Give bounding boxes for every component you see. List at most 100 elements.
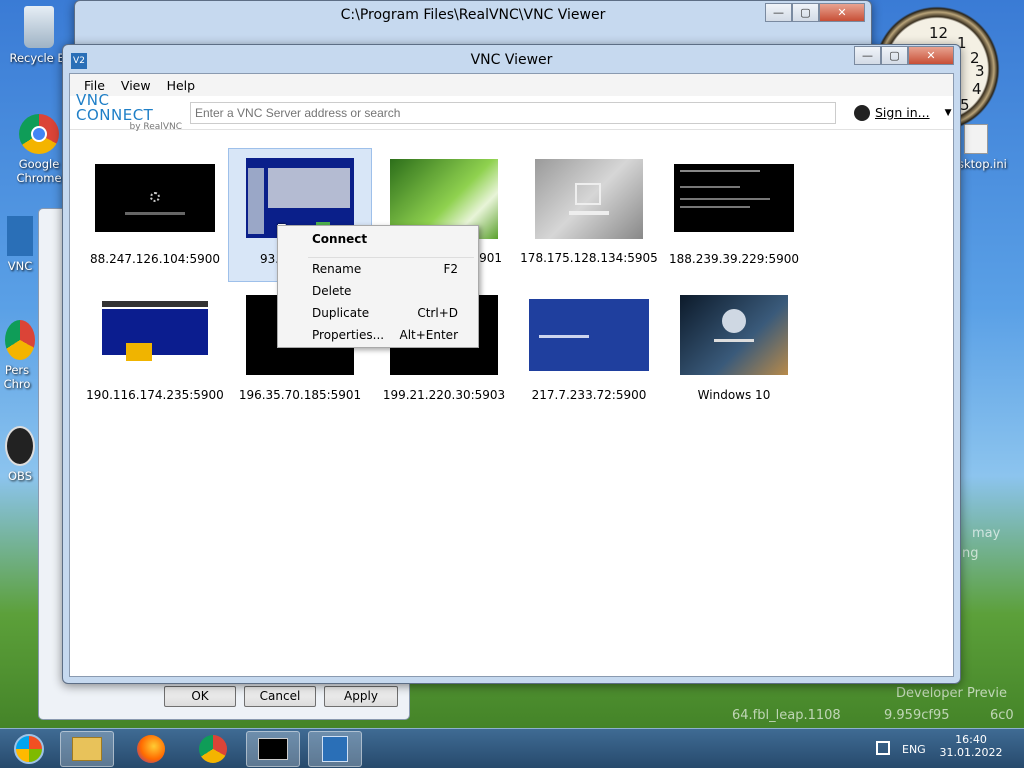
vnc-icon bbox=[7, 216, 33, 256]
connection-tile[interactable]: 217.7.233.72:5900 bbox=[517, 284, 661, 418]
firefox-icon bbox=[137, 735, 165, 763]
desktop-icon-label: sktop.ini bbox=[958, 157, 1007, 171]
obs-icon bbox=[5, 426, 35, 466]
taskbar-cmd[interactable] bbox=[246, 731, 300, 767]
tray-time: 16:40 bbox=[955, 733, 987, 746]
tray-clock[interactable]: 16:40 31.01.2022 bbox=[938, 733, 1004, 759]
context-menu: Connect Rename F2 Delete Duplicate Ctrl+… bbox=[277, 225, 479, 348]
network-icon[interactable] bbox=[876, 741, 890, 755]
close-button[interactable]: ✕ bbox=[819, 3, 865, 22]
desktop-icon-desktop-ini[interactable]: sktop.ini bbox=[958, 124, 1024, 171]
wallpaper-text: ng bbox=[962, 546, 979, 561]
close-button[interactable]: ✕ bbox=[908, 46, 954, 65]
start-button[interactable] bbox=[2, 731, 56, 767]
wallpaper-text: 6c0 bbox=[990, 708, 1014, 723]
menu-view[interactable]: View bbox=[113, 78, 159, 93]
chevron-down-icon: ▼ bbox=[944, 107, 952, 118]
logo-line1: VNC CONNECT bbox=[76, 91, 154, 124]
logo-line2: by RealVNC bbox=[129, 122, 182, 132]
desktop-icon-vnc[interactable]: VNC bbox=[0, 216, 40, 273]
context-menu-properties[interactable]: Properties... Alt+Enter bbox=[312, 328, 458, 342]
menu-item-label: Connect bbox=[312, 232, 368, 246]
connection-label: 199.21.220.30:5903 bbox=[382, 388, 506, 402]
taskbar-vnc-viewer[interactable] bbox=[308, 731, 362, 767]
apply-button[interactable]: Apply bbox=[324, 686, 398, 707]
menu-separator bbox=[308, 257, 474, 258]
desktop-icon-obs[interactable]: OBS bbox=[0, 426, 40, 483]
desktop-icon-label: Google Chrome bbox=[16, 157, 62, 185]
taskbar-chrome[interactable] bbox=[186, 731, 240, 767]
connection-label: 88.247.126.104:5900 bbox=[89, 252, 220, 266]
clock-number: 4 bbox=[972, 80, 982, 98]
connection-label: 188.239.39.229:5900 bbox=[668, 252, 799, 266]
maximize-button[interactable]: ▢ bbox=[881, 46, 908, 65]
chrome-icon bbox=[19, 114, 59, 154]
taskbar-explorer[interactable] bbox=[60, 731, 114, 767]
menu-item-label: Duplicate bbox=[312, 306, 370, 320]
file-icon bbox=[964, 124, 988, 154]
connection-label: 190.116.174.235:5900 bbox=[86, 388, 224, 402]
wallpaper-text: 9.959cf95 bbox=[884, 708, 950, 723]
tray-date: 31.01.2022 bbox=[939, 746, 1003, 759]
menu-help[interactable]: Help bbox=[159, 78, 204, 93]
connection-thumbnail bbox=[529, 299, 649, 371]
minimize-button[interactable]: — bbox=[765, 3, 792, 22]
cmd-icon bbox=[258, 738, 288, 760]
taskbar-firefox[interactable] bbox=[124, 731, 178, 767]
language-indicator[interactable]: ENG bbox=[902, 743, 926, 756]
wallpaper-text: Developer Previe bbox=[896, 686, 1007, 701]
app-icon: V2 bbox=[71, 53, 87, 69]
context-menu-rename[interactable]: Rename F2 bbox=[312, 262, 458, 276]
menu-item-shortcut: Ctrl+D bbox=[417, 306, 458, 320]
connection-label: Windows 10 bbox=[697, 388, 771, 402]
clock-number: 5 bbox=[960, 96, 970, 114]
user-icon bbox=[854, 104, 870, 121]
search-input[interactable] bbox=[190, 101, 836, 124]
connection-label: 178.175.128.134:5905 bbox=[520, 251, 658, 265]
vnc-connect-logo: VNC CONNECT by RealVNC bbox=[70, 93, 188, 132]
wallpaper-text: may bbox=[972, 526, 1001, 541]
ok-button[interactable]: OK bbox=[164, 686, 236, 707]
connection-thumbnail bbox=[102, 295, 208, 375]
recycle-bin-icon bbox=[24, 6, 54, 48]
connection-thumbnail bbox=[680, 295, 788, 375]
window-title: VNC Viewer bbox=[470, 52, 553, 68]
maximize-button[interactable]: ▢ bbox=[792, 3, 819, 22]
clock-number: 3 bbox=[975, 62, 985, 80]
start-orb-icon bbox=[14, 734, 44, 764]
sign-in-label: Sign in... bbox=[875, 105, 930, 120]
taskbar: ENG 16:40 31.01.2022 bbox=[0, 728, 1024, 768]
connection-tile[interactable]: 188.239.39.229:5900 bbox=[662, 148, 806, 282]
desktop-icon-label: OBS bbox=[7, 469, 33, 483]
connection-tile[interactable]: Windows 10 bbox=[662, 284, 806, 418]
connection-thumbnail bbox=[535, 159, 643, 239]
explorer-window-title: C:\Program Files\RealVNC\VNC Viewer bbox=[340, 7, 606, 23]
cancel-button[interactable]: Cancel bbox=[244, 686, 316, 707]
connection-thumbnail bbox=[95, 164, 215, 232]
connection-label: 196.35.70.185:5901 bbox=[238, 388, 362, 402]
menu-item-label: Delete bbox=[312, 284, 352, 298]
connection-tile[interactable]: 190.116.174.235:5900 bbox=[83, 284, 227, 418]
minimize-button[interactable]: — bbox=[854, 46, 881, 65]
context-menu-delete[interactable]: Delete bbox=[312, 284, 458, 298]
wallpaper-text: 64.fbl_leap.1108 bbox=[732, 708, 841, 723]
vnc-icon bbox=[322, 736, 348, 762]
context-menu-connect[interactable]: Connect bbox=[312, 232, 458, 246]
connection-tile[interactable]: 178.175.128.134:5905 bbox=[517, 148, 661, 282]
context-menu-duplicate[interactable]: Duplicate Ctrl+D bbox=[312, 306, 458, 320]
desktop-icon-persistent-chrome[interactable]: Pers Chro bbox=[0, 320, 40, 391]
menu-item-label: Properties... bbox=[312, 328, 385, 342]
clock-number: 12 bbox=[929, 24, 949, 42]
menu-item-shortcut: F2 bbox=[443, 262, 458, 276]
desktop-icon-label: Pers Chro bbox=[3, 363, 31, 391]
connection-tile[interactable]: 88.247.126.104:5900 bbox=[83, 148, 227, 282]
connection-label: 217.7.233.72:5900 bbox=[531, 388, 647, 402]
sign-in-button[interactable]: Sign in... ▼ bbox=[854, 104, 952, 121]
desktop-icon-label: VNC bbox=[7, 259, 33, 273]
chrome-icon bbox=[5, 320, 35, 360]
menu-item-shortcut: Alt+Enter bbox=[399, 328, 458, 342]
menu-bar: File View Help bbox=[70, 74, 953, 96]
toolbar: VNC CONNECT by RealVNC Sign in... ▼ bbox=[70, 93, 953, 132]
chrome-icon bbox=[199, 735, 227, 763]
connection-thumbnail bbox=[674, 164, 794, 232]
